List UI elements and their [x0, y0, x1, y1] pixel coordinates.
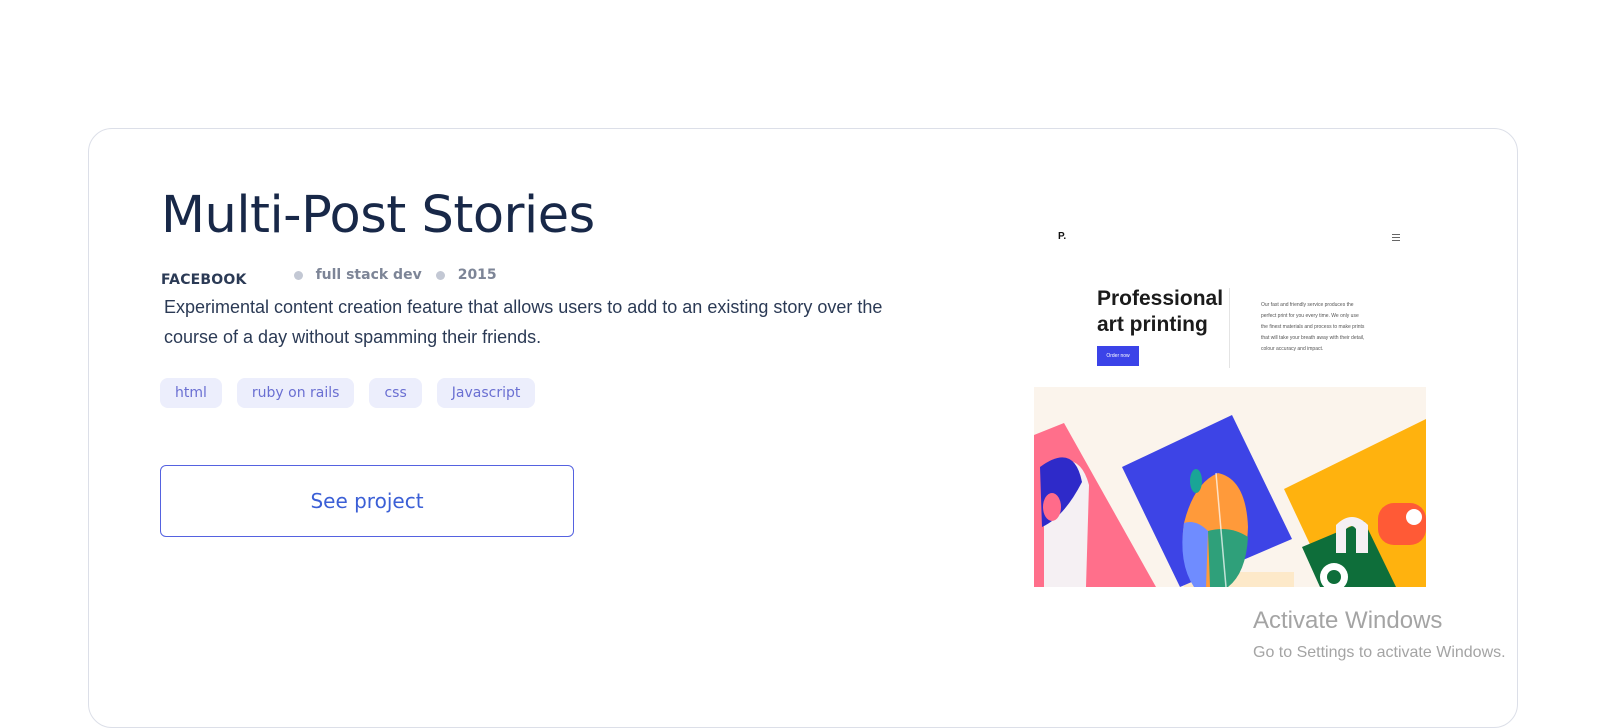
preview-headline-line2: art printing — [1097, 313, 1208, 336]
preview-headline-line1: Professional — [1097, 287, 1224, 310]
activate-windows-watermark: Activate Windows Go to Settings to activ… — [1253, 606, 1506, 664]
hamburger-menu-icon — [1392, 234, 1400, 243]
year-meta: 2015 — [435, 267, 497, 283]
watermark-title: Activate Windows — [1253, 607, 1443, 634]
bullet-icon — [293, 270, 303, 280]
bullet-icon — [435, 270, 445, 280]
project-meta: FACEBOOK full stack dev 2015 — [161, 264, 497, 288]
preview-headline: Professional art printing — [1097, 286, 1223, 338]
tag-html: html — [160, 378, 222, 408]
role-meta: full stack dev — [293, 267, 422, 283]
year-label: 2015 — [457, 267, 497, 283]
company-label: FACEBOOK — [161, 272, 247, 288]
watermark-subtitle: Go to Settings to activate Windows. — [1253, 644, 1506, 661]
preview-artwork — [1034, 387, 1426, 587]
preview-body-text: Our fast and friendly service produces t… — [1261, 302, 1365, 352]
tag-javascript: Javascript — [436, 378, 536, 408]
preview-order-button: Order now — [1097, 346, 1139, 366]
tag-css: css — [369, 378, 422, 408]
role-label: full stack dev — [315, 267, 422, 283]
project-title: Multi-Post Stories — [161, 186, 595, 245]
tag-list: html ruby on rails css Javascript — [160, 378, 536, 408]
project-description: Experimental content creation feature th… — [164, 297, 883, 347]
see-project-button[interactable]: See project — [160, 465, 574, 537]
project-preview-image: P. Professional art printing Order now O… — [1034, 222, 1426, 596]
preview-logo: P. — [1058, 231, 1067, 242]
preview-divider — [1229, 288, 1230, 368]
tag-ruby-on-rails: ruby on rails — [236, 378, 355, 408]
